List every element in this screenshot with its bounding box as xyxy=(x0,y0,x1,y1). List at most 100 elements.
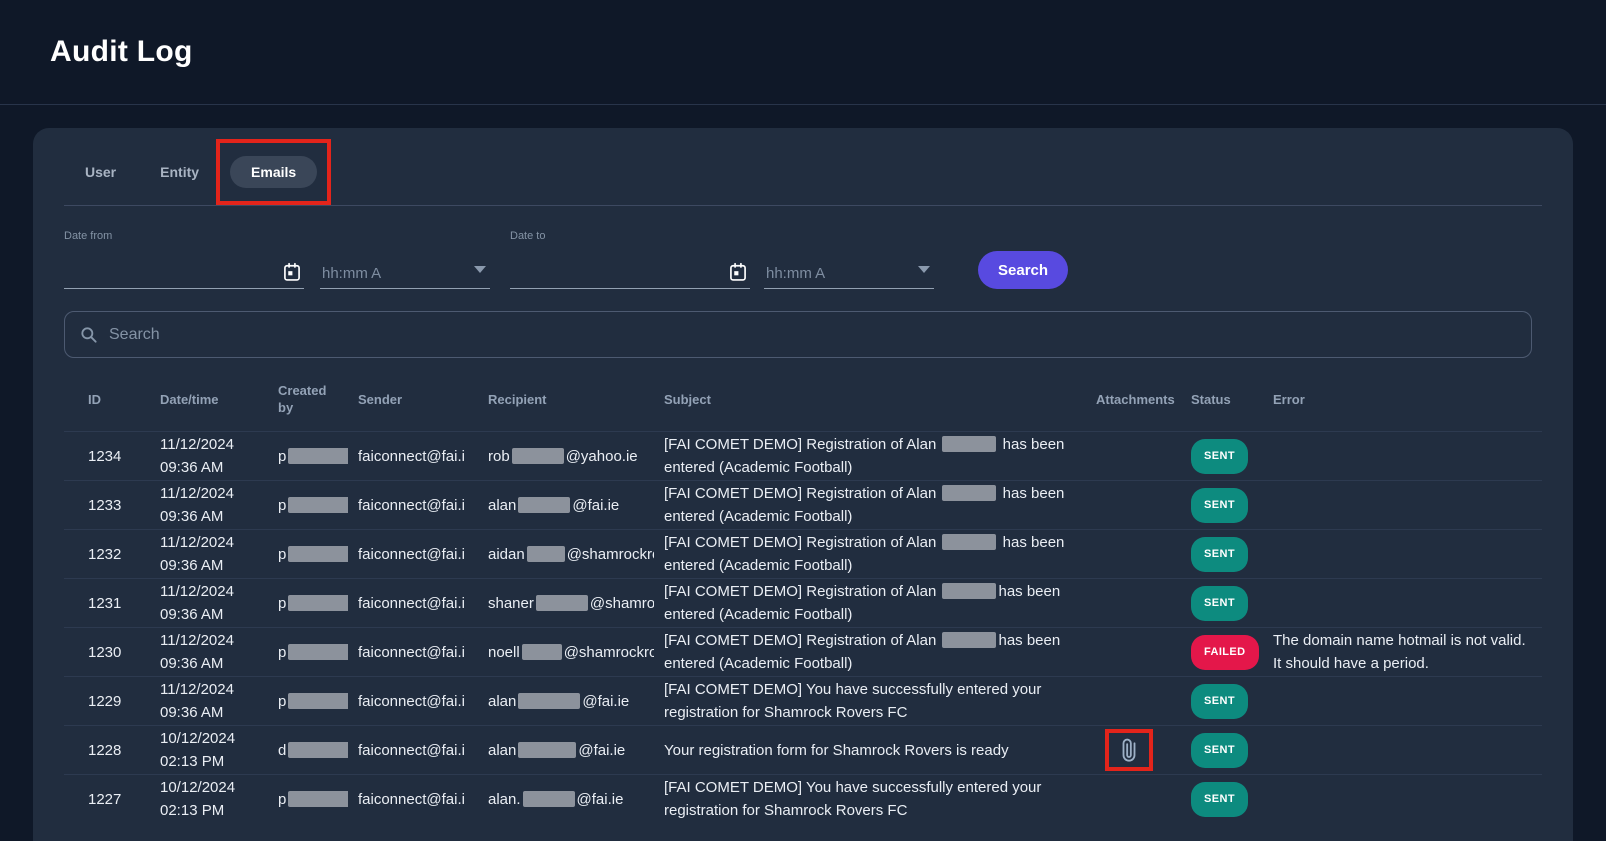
date-to-calendar-button[interactable] xyxy=(728,262,750,286)
search-button[interactable]: Search xyxy=(978,251,1068,289)
cell-id: 1233 xyxy=(64,494,150,517)
cell-created-by: p xyxy=(268,445,348,468)
cell-sender: faiconnect@fai.i xyxy=(348,739,478,762)
cell-sender: faiconnect@fai.i xyxy=(348,641,478,664)
time-value: 09:36 AM xyxy=(160,701,258,724)
cell-created-by: p xyxy=(268,592,348,615)
status-badge: SENT xyxy=(1191,488,1248,523)
time-value: 02:13 PM xyxy=(160,750,258,773)
status-badge: SENT xyxy=(1191,684,1248,719)
date-value: 11/12/2024 xyxy=(160,678,258,701)
cell-sender: faiconnect@fai.i xyxy=(348,445,478,468)
table-row: 1228 10/12/2024 02:13 PM d faiconnect@fa… xyxy=(64,725,1542,774)
redacted-text xyxy=(942,485,996,501)
calendar-icon xyxy=(728,262,748,282)
cell-datetime: 11/12/2024 09:36 AM xyxy=(150,433,268,479)
date-from-calendar-button[interactable] xyxy=(282,262,304,286)
col-header-attachments: Attachments xyxy=(1086,391,1181,408)
time-value: 09:36 AM xyxy=(160,554,258,577)
redacted-text xyxy=(288,693,348,709)
tab-emails[interactable]: Emails xyxy=(230,156,317,188)
time-from-field: hh:mm A xyxy=(320,259,490,289)
redacted-text xyxy=(536,595,588,611)
table-row: 1229 11/12/2024 09:36 AM p faiconnect@fa… xyxy=(64,676,1542,725)
col-header-status: Status xyxy=(1181,391,1263,408)
date-to-field: Date to xyxy=(510,230,750,289)
date-value: 10/12/2024 xyxy=(160,776,258,799)
cell-created-by: p xyxy=(268,690,348,713)
cell-recipient: alan.@fai.ie xyxy=(478,788,654,811)
cell-sender: faiconnect@fai.i xyxy=(348,788,478,811)
redacted-text xyxy=(522,644,562,660)
search-bar xyxy=(64,311,1532,358)
cell-recipient: noell@shamrockrov xyxy=(478,641,654,664)
cell-recipient: alan@fai.ie xyxy=(478,739,654,762)
redacted-text xyxy=(518,693,580,709)
time-from-select[interactable]: hh:mm A xyxy=(320,259,490,289)
cell-subject: [FAI COMET DEMO] You have successfully e… xyxy=(654,678,1086,724)
cell-recipient: alan@fai.ie xyxy=(478,494,654,517)
col-header-id: ID xyxy=(64,391,150,408)
cell-id: 1232 xyxy=(64,543,150,566)
cell-status: FAILED xyxy=(1181,635,1263,670)
chevron-down-icon xyxy=(918,266,930,273)
annotation-box-emails-tab: Emails xyxy=(216,139,331,205)
redacted-text xyxy=(942,632,996,648)
redacted-text xyxy=(288,595,348,611)
cell-recipient: alan@fai.ie xyxy=(478,690,654,713)
search-icon xyxy=(79,325,99,345)
redacted-text xyxy=(942,534,996,550)
col-header-recipient: Recipient xyxy=(478,391,654,408)
cell-id: 1234 xyxy=(64,445,150,468)
table-row: 1231 11/12/2024 09:36 AM p faiconnect@fa… xyxy=(64,578,1542,627)
paperclip-icon[interactable] xyxy=(1113,734,1144,765)
table-row: 1227 10/12/2024 02:13 PM p faiconnect@fa… xyxy=(64,774,1542,823)
time-from-placeholder: hh:mm A xyxy=(322,265,381,282)
date-to-input[interactable] xyxy=(510,265,728,282)
cell-subject: Your registration form for Shamrock Rove… xyxy=(654,739,1086,762)
date-from-input[interactable] xyxy=(64,265,282,282)
tab-user[interactable]: User xyxy=(85,164,116,180)
date-value: 11/12/2024 xyxy=(160,531,258,554)
cell-error: The domain name hotmail is not valid.It … xyxy=(1263,629,1542,675)
status-badge: SENT xyxy=(1191,439,1248,474)
table-body: 1234 11/12/2024 09:36 AM p faiconnect@fa… xyxy=(64,431,1542,823)
redacted-text xyxy=(288,448,348,464)
cell-datetime: 11/12/2024 09:36 AM xyxy=(150,678,268,724)
cell-status: SENT xyxy=(1181,488,1263,523)
cell-id: 1229 xyxy=(64,690,150,713)
date-value: 11/12/2024 xyxy=(160,433,258,456)
col-header-error: Error xyxy=(1263,391,1542,408)
redacted-text xyxy=(288,791,348,807)
table-row: 1234 11/12/2024 09:36 AM p faiconnect@fa… xyxy=(64,431,1542,480)
status-badge: SENT xyxy=(1191,586,1248,621)
top-header: Audit Log xyxy=(0,0,1606,105)
date-value: 11/12/2024 xyxy=(160,482,258,505)
time-value: 09:36 AM xyxy=(160,603,258,626)
cell-created-by: p xyxy=(268,788,348,811)
redacted-text xyxy=(942,436,996,452)
cell-created-by: p xyxy=(268,641,348,664)
cell-datetime: 11/12/2024 09:36 AM xyxy=(150,531,268,577)
cell-status: SENT xyxy=(1181,439,1263,474)
redacted-text xyxy=(518,497,570,513)
tab-entity[interactable]: Entity xyxy=(160,164,199,180)
cell-datetime: 10/12/2024 02:13 PM xyxy=(150,727,268,773)
search-input[interactable] xyxy=(109,326,1517,344)
cell-recipient: aidan@shamrockrov xyxy=(478,543,654,566)
redacted-text xyxy=(288,742,348,758)
cell-created-by: d xyxy=(268,739,348,762)
redacted-text xyxy=(523,791,575,807)
time-to-field: hh:mm A xyxy=(764,259,934,289)
cell-id: 1230 xyxy=(64,641,150,664)
date-to-label: Date to xyxy=(510,230,750,242)
cell-subject: [FAI COMET DEMO] Registration of Alan ha… xyxy=(654,580,1086,626)
cell-recipient: shaner@shamroc xyxy=(478,592,654,615)
redacted-text xyxy=(942,583,996,599)
time-to-select[interactable]: hh:mm A xyxy=(764,259,934,289)
status-badge: SENT xyxy=(1191,782,1248,817)
calendar-icon xyxy=(282,262,302,282)
chevron-down-icon xyxy=(474,266,486,273)
cell-sender: faiconnect@fai.i xyxy=(348,592,478,615)
table-header-row: ID Date/time Created by Sender Recipient… xyxy=(64,367,1542,431)
